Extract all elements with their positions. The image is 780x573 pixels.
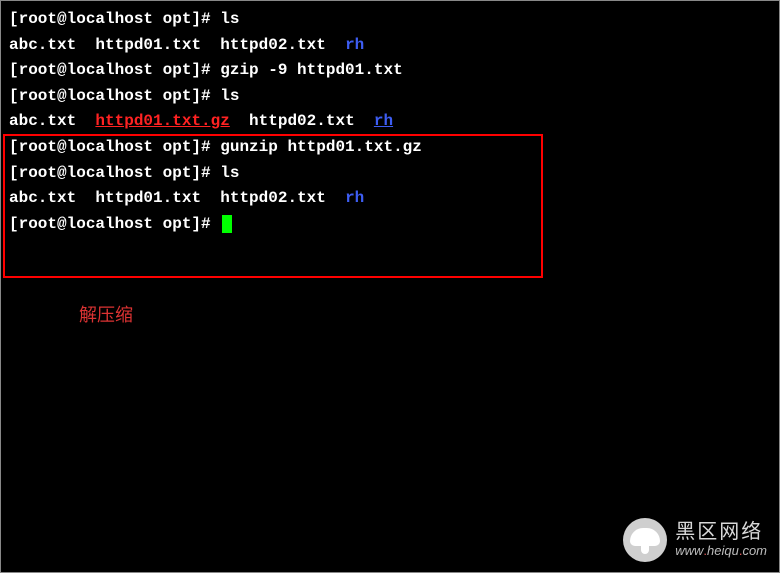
watermark-title: 黑区网络: [675, 521, 767, 544]
terminal-line: abc.txt httpd01.txt httpd02.txt rh: [9, 33, 771, 59]
file-entry: abc.txt: [9, 112, 76, 130]
terminal-line: abc.txt httpd01.txt.gz httpd02.txt rh: [9, 109, 771, 135]
shell-command: ls: [220, 10, 239, 28]
mushroom-icon: [623, 518, 667, 562]
file-entry: httpd02.txt: [220, 36, 326, 54]
file-entry: httpd02.txt: [249, 112, 355, 130]
terminal-line: [root@localhost opt]# gunzip httpd01.txt…: [9, 135, 771, 161]
terminal-line: [root@localhost opt]#: [9, 212, 771, 238]
terminal-line: [root@localhost opt]# gzip -9 httpd01.tx…: [9, 58, 771, 84]
terminal-line: [root@localhost opt]# ls: [9, 7, 771, 33]
shell-command: gzip -9 httpd01.txt: [220, 61, 402, 79]
file-entry: httpd01.txt: [95, 189, 201, 207]
file-entry: httpd01.txt: [95, 36, 201, 54]
file-entry: httpd02.txt: [220, 189, 326, 207]
terminal-line: abc.txt httpd01.txt httpd02.txt rh: [9, 186, 771, 212]
shell-prompt: [root@localhost opt]#: [9, 87, 220, 105]
file-entry: httpd01.txt.gz: [95, 112, 229, 130]
shell-command: ls: [220, 87, 239, 105]
file-entry: abc.txt: [9, 189, 76, 207]
file-entry: rh: [374, 112, 393, 130]
shell-command: ls: [220, 164, 239, 182]
shell-prompt: [root@localhost opt]#: [9, 215, 220, 233]
watermark-url: www.heiqu.com: [675, 544, 767, 559]
terminal-line: [root@localhost opt]# ls: [9, 161, 771, 187]
shell-command: gunzip httpd01.txt.gz: [220, 138, 422, 156]
file-entry: abc.txt: [9, 36, 76, 54]
shell-prompt: [root@localhost opt]#: [9, 10, 220, 28]
shell-prompt: [root@localhost opt]#: [9, 138, 220, 156]
file-entry: rh: [345, 189, 364, 207]
annotation-label: 解压缩: [79, 301, 133, 327]
terminal-line: [root@localhost opt]# ls: [9, 84, 771, 110]
cursor: [222, 215, 232, 233]
terminal-output: [root@localhost opt]# lsabc.txt httpd01.…: [1, 1, 779, 243]
shell-prompt: [root@localhost opt]#: [9, 61, 220, 79]
watermark-text: 黑区网络 www.heiqu.com: [675, 521, 767, 559]
file-entry: rh: [345, 36, 364, 54]
shell-prompt: [root@localhost opt]#: [9, 164, 220, 182]
watermark: 黑区网络 www.heiqu.com: [623, 518, 767, 562]
